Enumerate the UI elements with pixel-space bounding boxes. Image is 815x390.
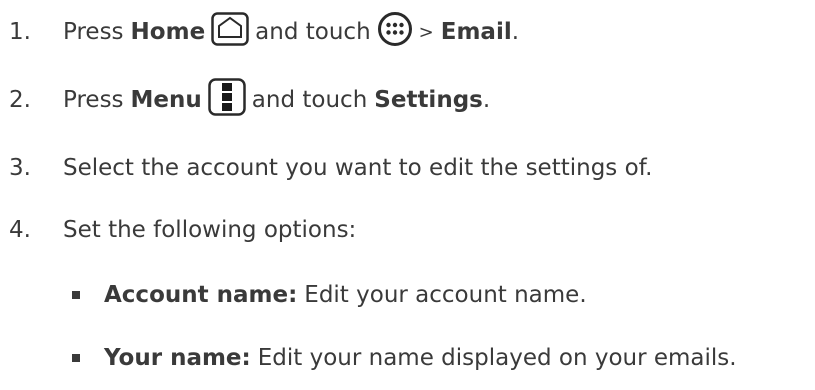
- menu-key-label: Menu: [130, 87, 202, 113]
- apps-icon: [377, 11, 413, 53]
- home-icon: [211, 12, 249, 52]
- step-text: Set the following options:: [63, 217, 357, 243]
- step-text-part: and touch: [255, 19, 371, 45]
- menu-icon: [208, 78, 246, 122]
- option-label: Account name:: [104, 282, 298, 308]
- instruction-document: 1. Press Home and touch > Email . 2. Pre…: [0, 0, 815, 390]
- home-key-label: Home: [130, 19, 206, 45]
- step-text: Press Menu and touch Settings.: [63, 78, 490, 122]
- option-text: Account name: Edit your account name.: [104, 282, 587, 308]
- step-number: 1.: [9, 19, 31, 45]
- option-label: Your name:: [104, 345, 251, 371]
- step-number: 2.: [9, 87, 31, 113]
- step-text: Press Home and touch > Email .: [63, 11, 519, 53]
- settings-label: Settings: [374, 87, 483, 113]
- option-text: Your name: Edit your name displayed on y…: [104, 345, 737, 371]
- bullet-icon: [72, 291, 80, 299]
- step-number: 4.: [9, 217, 31, 243]
- step-text-part: and touch: [251, 87, 368, 113]
- option-description: Edit your name displayed on your emails.: [257, 345, 737, 371]
- step-text-part: >: [418, 21, 434, 43]
- step-text-part: Press: [63, 87, 124, 113]
- option-description: Edit your account name.: [304, 282, 587, 308]
- step-text-part: .: [511, 19, 520, 45]
- step-text-part: Press: [63, 19, 124, 45]
- step-text: Select the account you want to edit the …: [63, 155, 653, 181]
- bullet-icon: [72, 354, 80, 362]
- email-label: Email: [440, 19, 512, 45]
- step-text-part: .: [482, 87, 491, 113]
- step-number: 3.: [9, 155, 31, 181]
